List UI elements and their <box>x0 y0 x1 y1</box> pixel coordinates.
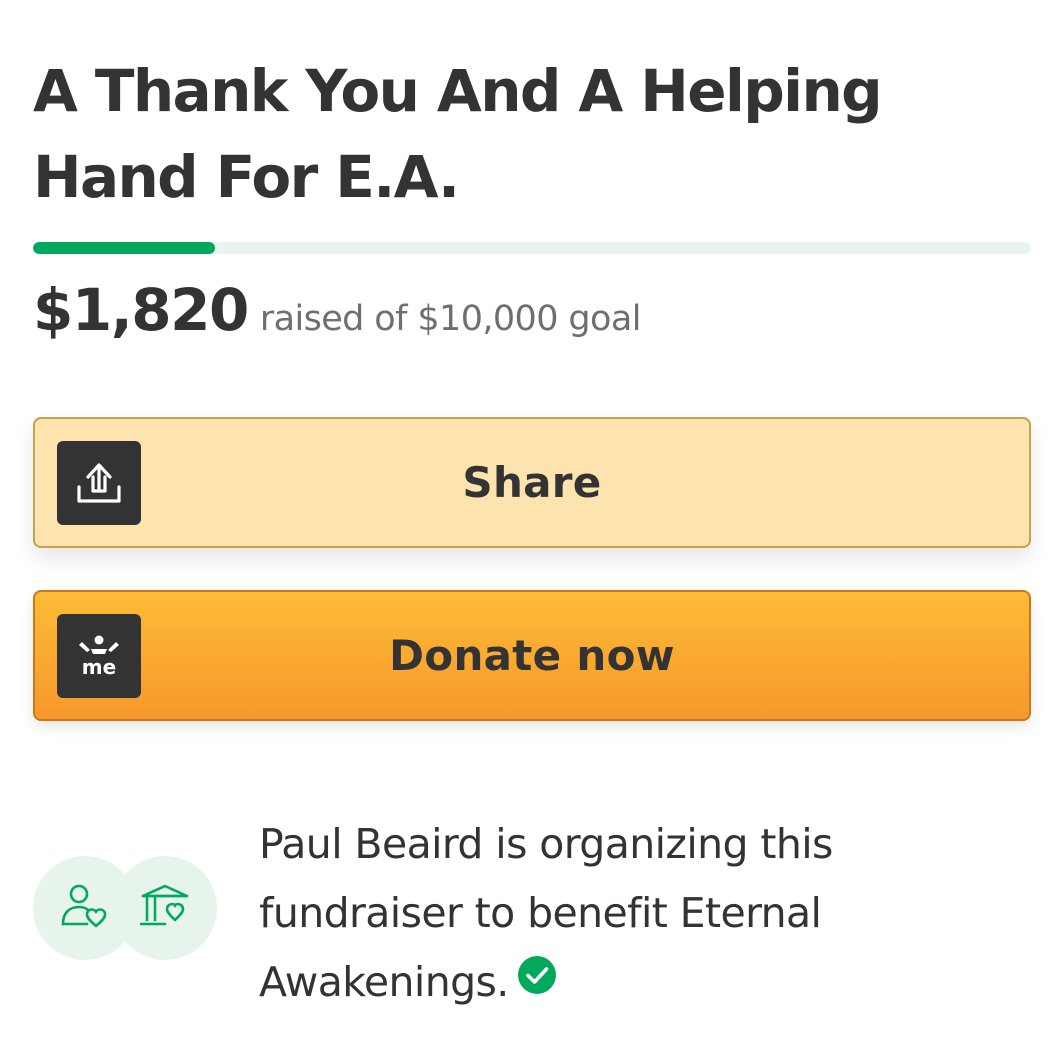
amount-row: $1,820 raised of $10,000 goal <box>33 276 641 344</box>
gofundme-logo-icon: me <box>57 614 141 698</box>
share-button-label: Share <box>462 458 602 507</box>
organizer-description: Paul Beaird is organizing this fundraise… <box>259 810 899 1017</box>
progress-bar <box>33 242 1031 254</box>
person-heart-icon <box>33 856 137 960</box>
progress-bar-fill <box>33 242 215 254</box>
share-upload-icon <box>57 441 141 525</box>
raised-amount: $1,820 <box>33 276 249 344</box>
fundraiser-page: A Thank You And A Helping Hand For E.A. … <box>0 0 1064 1049</box>
share-button[interactable]: Share <box>33 417 1031 548</box>
goal-text: raised of $10,000 goal <box>259 299 642 339</box>
verified-check-icon <box>517 947 557 1016</box>
fundraiser-title: A Thank You And A Helping Hand For E.A. <box>33 57 883 211</box>
donate-now-label: Donate now <box>389 631 675 680</box>
svg-text:me: me <box>82 655 116 679</box>
organizer-section: Paul Beaird is organizing this fundraise… <box>33 810 1031 1010</box>
donate-now-button[interactable]: me Donate now <box>33 590 1031 721</box>
